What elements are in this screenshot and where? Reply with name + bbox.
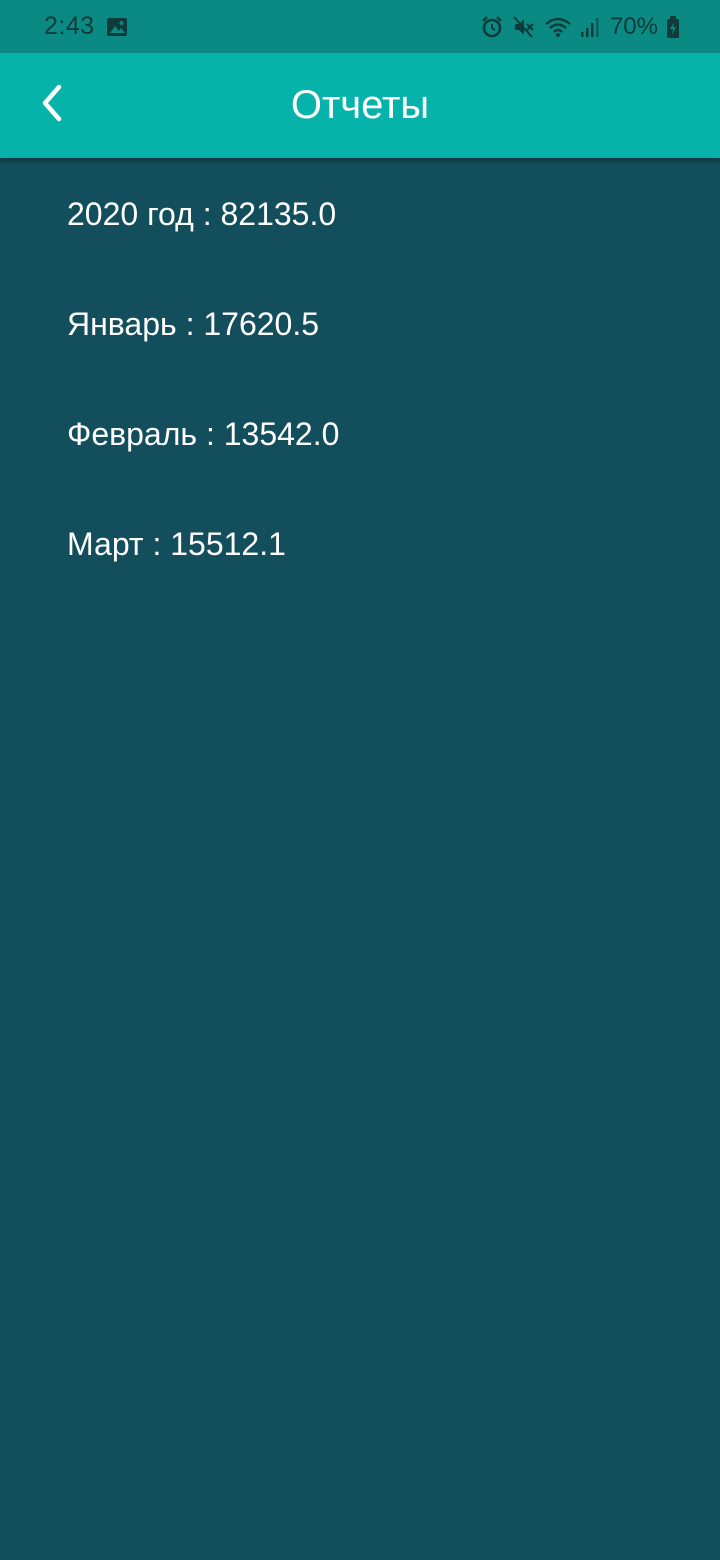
wifi-icon [544,15,572,39]
signal-icon [580,15,600,39]
image-icon [106,16,128,38]
status-icons: 70% [480,11,680,43]
mute-icon [512,15,536,39]
status-time: 2:43 [44,12,95,40]
report-item-february: Февраль : 13542.0 [67,416,340,452]
report-item-march: Март : 15512.1 [67,526,286,562]
app-bar: Отчеты [0,53,720,158]
battery-percent: 70% [609,13,658,40]
status-bar: 2:43 70% [0,0,720,53]
page-title: Отчеты [290,83,430,127]
battery-icon [666,15,680,39]
report-item-january: Январь : 17620.5 [67,306,320,342]
report-item-year: 2020 год : 82135.0 [67,196,337,232]
alarm-icon [480,15,504,39]
